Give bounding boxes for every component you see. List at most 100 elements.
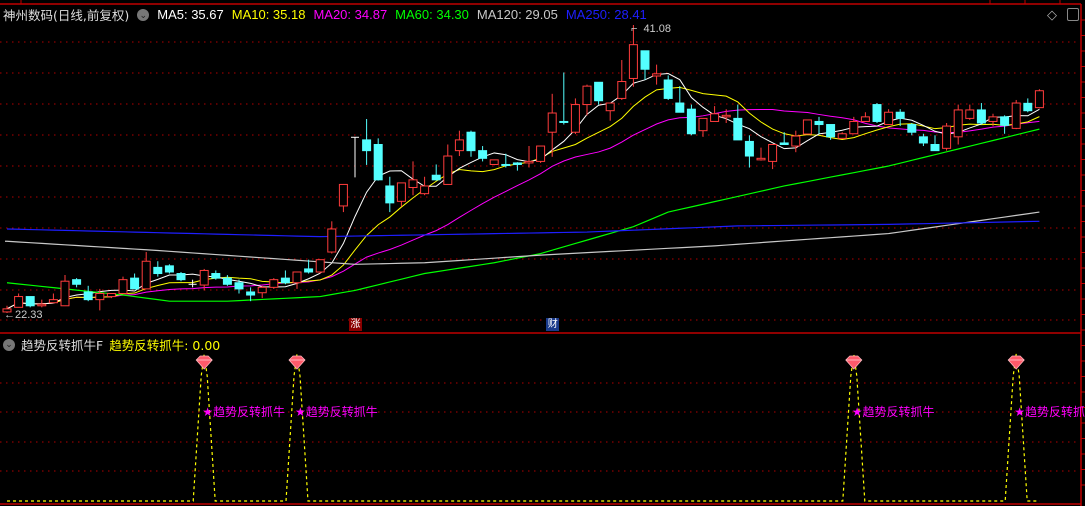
candle: [559, 72, 569, 125]
candle-body: [942, 125, 952, 149]
candle: [153, 261, 163, 277]
gem-icon: [845, 355, 863, 370]
candle-body: [582, 85, 592, 106]
candle-body: [466, 131, 476, 152]
candle: [698, 117, 708, 137]
candle-body: [60, 280, 70, 307]
candle-body: [1023, 102, 1033, 112]
candle-body: [826, 124, 836, 138]
signal-label: ★趋势反转抓牛: [1014, 405, 1085, 419]
gem-icon: [1007, 355, 1025, 370]
candle: [570, 98, 580, 135]
candle-body: [489, 159, 499, 165]
candle-body: [1011, 102, 1021, 129]
indicator-name: 趋势反转抓牛F: [21, 338, 104, 353]
candle: [257, 285, 267, 299]
ma-legend-item: MA60: 34.30: [395, 7, 469, 22]
candle: [907, 122, 917, 136]
candle-body: [478, 150, 488, 159]
candle-body: [37, 303, 47, 307]
candle: [315, 259, 325, 274]
candle-body: [976, 109, 986, 124]
diamond-icon[interactable]: ◇: [1047, 7, 1057, 23]
chevron-down-icon[interactable]: ⌄: [137, 8, 150, 21]
chart-header: 神州数码(日线,前复权) ⌄ MA5: 35.67 MA10: 35.18 MA20…: [3, 5, 647, 24]
candle: [72, 278, 82, 288]
chevron-down-icon[interactable]: ⌄: [3, 338, 15, 351]
candle: [675, 86, 685, 113]
kline-chart[interactable]: [0, 0, 1085, 506]
candle: [327, 221, 337, 254]
candle-body: [454, 139, 464, 152]
candle-body: [246, 291, 256, 296]
candle-body: [710, 113, 720, 122]
candle: [385, 176, 395, 213]
candle: [396, 182, 406, 207]
candle: [48, 293, 58, 304]
candle-body: [420, 185, 430, 195]
candle-body: [686, 108, 696, 135]
candle: [489, 159, 499, 166]
candle: [373, 138, 383, 181]
candle-body: [176, 273, 186, 281]
gem-icon: [288, 355, 306, 370]
candle: [478, 146, 488, 162]
candle: [269, 278, 279, 289]
candle-body: [199, 269, 209, 286]
candle-body: [304, 268, 314, 273]
candle: [443, 144, 453, 185]
candle-body: [1000, 116, 1010, 126]
candle: [292, 271, 302, 289]
candle: [744, 135, 754, 168]
gem-icon: [195, 355, 213, 370]
candle: [338, 183, 348, 213]
candle-body: [698, 117, 708, 132]
candle-body: [222, 277, 232, 285]
candles: [2, 25, 1044, 313]
candle-body: [884, 111, 894, 126]
candle-body: [536, 145, 546, 162]
candle: [976, 103, 986, 125]
ma-legend-item: MA10: 35.18: [231, 7, 306, 22]
candle-body: [849, 120, 859, 135]
zhang-event-tag[interactable]: 涨: [349, 318, 362, 331]
signal-label: ★趋势反转抓牛: [295, 405, 378, 419]
candle-body: [570, 104, 580, 133]
candle-body: [594, 81, 604, 102]
candle-body: [872, 104, 882, 122]
signal-label: ★趋势反转抓牛: [851, 405, 935, 419]
candle: [872, 103, 882, 123]
candle-body: [837, 133, 847, 139]
candle-body: [907, 124, 917, 133]
candle: [362, 119, 372, 165]
candle: [211, 270, 221, 280]
candle-body: [617, 81, 627, 99]
candle: [918, 133, 928, 147]
candle: [454, 130, 464, 157]
candle-body: [547, 112, 557, 133]
ma-legend-item: MA5: 35.67: [157, 7, 224, 22]
cai-event-tag[interactable]: 财: [546, 318, 560, 331]
ma-legend: MA5: 35.67 MA10: 35.18 MA20: 34.87 MA60: 34…: [157, 7, 647, 22]
candle: [1034, 89, 1044, 109]
signal-polyline: [7, 353, 1040, 502]
candle-body: [83, 291, 93, 301]
candle-body: [72, 279, 82, 285]
candle: [594, 81, 604, 105]
candle-body: [14, 296, 24, 308]
candle: [1023, 98, 1033, 113]
candle-body: [396, 182, 406, 202]
candle-body: [25, 296, 35, 307]
candle-body: [605, 102, 615, 112]
candle-body: [965, 109, 975, 119]
stock-title: 神州数码(日线,前复权): [3, 8, 130, 23]
candle: [164, 264, 174, 274]
panel-toggle-icon[interactable]: [1067, 8, 1079, 21]
candle: [884, 109, 894, 126]
candle-body: [408, 179, 418, 189]
candle: [188, 279, 197, 288]
ma-legend-item: MA120: 29.05: [476, 7, 558, 22]
candle-body: [791, 135, 801, 147]
ma-legend-item: MA250: 28.41: [565, 7, 647, 22]
low-price-label: ←22.33: [4, 309, 43, 321]
